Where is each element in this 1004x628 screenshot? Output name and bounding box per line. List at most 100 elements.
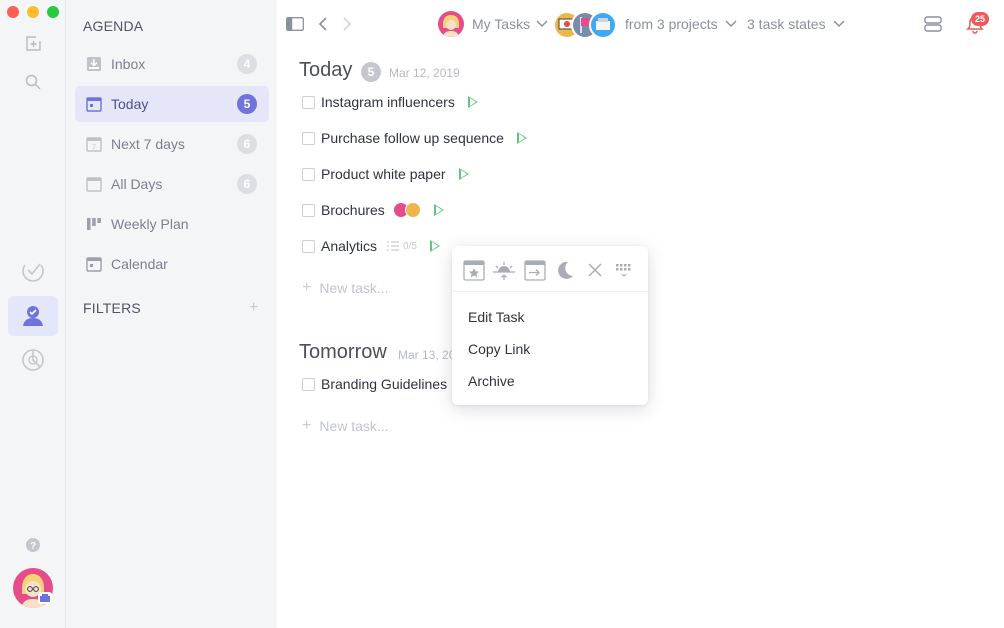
today-count-badge: 5 xyxy=(237,94,257,114)
task-label[interactable]: Purchase follow up sequence xyxy=(321,130,504,146)
context-toolbar xyxy=(452,246,648,292)
toggle-sidebar-icon[interactable] xyxy=(285,15,305,33)
copy-link-menu-item[interactable]: Copy Link xyxy=(468,341,530,357)
new-task-input[interactable]: + New task... xyxy=(302,279,389,297)
task-checkbox[interactable] xyxy=(302,203,315,217)
next-7-days-count-badge: 6 xyxy=(237,134,257,154)
task-row: Branding Guidelines xyxy=(302,374,447,394)
checklist-icon xyxy=(387,241,400,251)
task-label[interactable]: Product white paper xyxy=(321,166,446,182)
weekly-plan-icon xyxy=(86,216,102,232)
play-icon[interactable] xyxy=(516,132,527,144)
today-count-badge: 5 xyxy=(361,62,381,82)
svg-text:7: 7 xyxy=(92,145,96,152)
my-tasks-label: My Tasks xyxy=(472,16,531,32)
user-check-icon[interactable] xyxy=(20,303,46,329)
calendar-7-icon: 7 xyxy=(86,136,102,152)
task-label[interactable]: Brochures xyxy=(321,202,385,218)
task-states-dropdown[interactable]: 3 task states xyxy=(747,16,845,32)
task-context-menu: Edit Task Copy Link Archive xyxy=(452,246,648,405)
my-tasks-avatar xyxy=(438,11,464,37)
sidebar-item-label: Today xyxy=(111,96,149,112)
sidebar-item-label: Inbox xyxy=(111,56,146,72)
add-filter-button[interactable]: + xyxy=(249,299,258,317)
play-icon[interactable] xyxy=(433,204,444,216)
today-section-title: Today xyxy=(299,59,353,81)
plus-icon: + xyxy=(302,279,312,296)
task-row: Analytics 0/5 xyxy=(302,236,440,256)
play-icon[interactable] xyxy=(429,240,440,252)
task-label[interactable]: Analytics xyxy=(321,238,377,254)
task-checkbox[interactable] xyxy=(302,95,315,109)
chart-icon[interactable] xyxy=(20,347,46,373)
calendar-today-icon xyxy=(86,96,102,112)
maximize-window-button[interactable] xyxy=(47,6,59,18)
sidebar-item-label: Weekly Plan xyxy=(111,216,189,232)
notification-count-badge: 25 xyxy=(971,12,989,26)
task-states-label: 3 task states xyxy=(747,16,826,32)
edit-task-menu-item[interactable]: Edit Task xyxy=(468,309,525,325)
checklist-progress: 0/5 xyxy=(403,240,417,252)
sidebar-item-all-days[interactable]: All Days 6 xyxy=(75,166,269,202)
chevron-down-icon xyxy=(725,20,737,27)
sidebar: AGENDA Inbox 4 Today 5 7 Next 7 days 6 A… xyxy=(66,0,277,628)
minimize-window-button[interactable] xyxy=(27,6,39,18)
close-window-button[interactable] xyxy=(7,6,19,18)
task-checkbox[interactable] xyxy=(302,377,315,391)
sidebar-item-weekly-plan[interactable]: Weekly Plan xyxy=(75,206,269,242)
plus-icon: + xyxy=(302,417,312,434)
all-days-count-badge: 6 xyxy=(237,174,257,194)
sidebar-item-label: Next 7 days xyxy=(111,136,185,152)
task-label[interactable]: Instagram influencers xyxy=(321,94,455,110)
sidebar-item-label: Calendar xyxy=(111,256,168,272)
close-icon[interactable] xyxy=(583,258,607,282)
layout-toggle-icon[interactable] xyxy=(922,14,944,34)
filters-section-title: FILTERS xyxy=(83,300,141,316)
calendar-icon xyxy=(86,256,102,272)
task-label[interactable]: Branding Guidelines xyxy=(321,376,447,392)
task-checkbox[interactable] xyxy=(302,167,315,181)
chevron-down-icon xyxy=(536,20,548,27)
play-icon[interactable] xyxy=(467,96,478,108)
sidebar-item-label: All Days xyxy=(111,176,163,192)
chevron-down-icon xyxy=(833,20,845,27)
sidebar-item-next-7-days[interactable]: 7 Next 7 days 6 xyxy=(75,126,269,162)
projects-filter-label: from 3 projects xyxy=(625,16,718,32)
assignee-avatar xyxy=(404,202,421,218)
forward-arrow-icon[interactable] xyxy=(340,15,354,33)
task-row: Brochures xyxy=(302,200,444,220)
moon-icon[interactable] xyxy=(553,258,577,282)
sunrise-icon[interactable] xyxy=(492,258,516,282)
team-badge-icon xyxy=(38,592,52,604)
inbox-icon xyxy=(86,56,102,72)
projects-filter-dropdown[interactable]: from 3 projects xyxy=(625,16,737,32)
task-row: Product white paper xyxy=(302,164,469,184)
agenda-section-title: AGENDA xyxy=(83,18,144,34)
inbox-count-badge: 4 xyxy=(237,54,257,74)
sidebar-item-today[interactable]: Today 5 xyxy=(75,86,269,122)
check-circle-icon[interactable] xyxy=(20,258,46,284)
task-checkbox[interactable] xyxy=(302,131,315,145)
tomorrow-section-title: Tomorrow xyxy=(299,341,387,363)
task-checkbox[interactable] xyxy=(302,239,315,253)
today-star-icon[interactable] xyxy=(462,258,486,282)
move-next-icon[interactable] xyxy=(523,258,547,282)
sidebar-item-calendar[interactable]: Calendar xyxy=(75,246,269,282)
sidebar-item-inbox[interactable]: Inbox 4 xyxy=(75,46,269,82)
help-icon[interactable]: ? xyxy=(20,532,46,558)
back-arrow-icon[interactable] xyxy=(316,15,330,33)
new-task-placeholder: New task... xyxy=(319,280,389,296)
new-task-placeholder: New task... xyxy=(319,418,389,434)
search-icon[interactable] xyxy=(20,69,46,95)
new-task-input[interactable]: + New task... xyxy=(302,417,389,435)
app-rail: ? xyxy=(0,0,66,628)
new-task-icon[interactable] xyxy=(20,31,46,57)
task-row: Instagram influencers xyxy=(302,92,478,112)
project-avatar-3 xyxy=(589,11,617,39)
task-row: Purchase follow up sequence xyxy=(302,128,527,148)
today-date: Mar 12, 2019 xyxy=(389,66,460,80)
archive-menu-item[interactable]: Archive xyxy=(468,373,515,389)
play-icon[interactable] xyxy=(458,168,469,180)
my-tasks-dropdown[interactable]: My Tasks xyxy=(472,16,548,32)
grid-more-icon[interactable] xyxy=(613,258,637,282)
